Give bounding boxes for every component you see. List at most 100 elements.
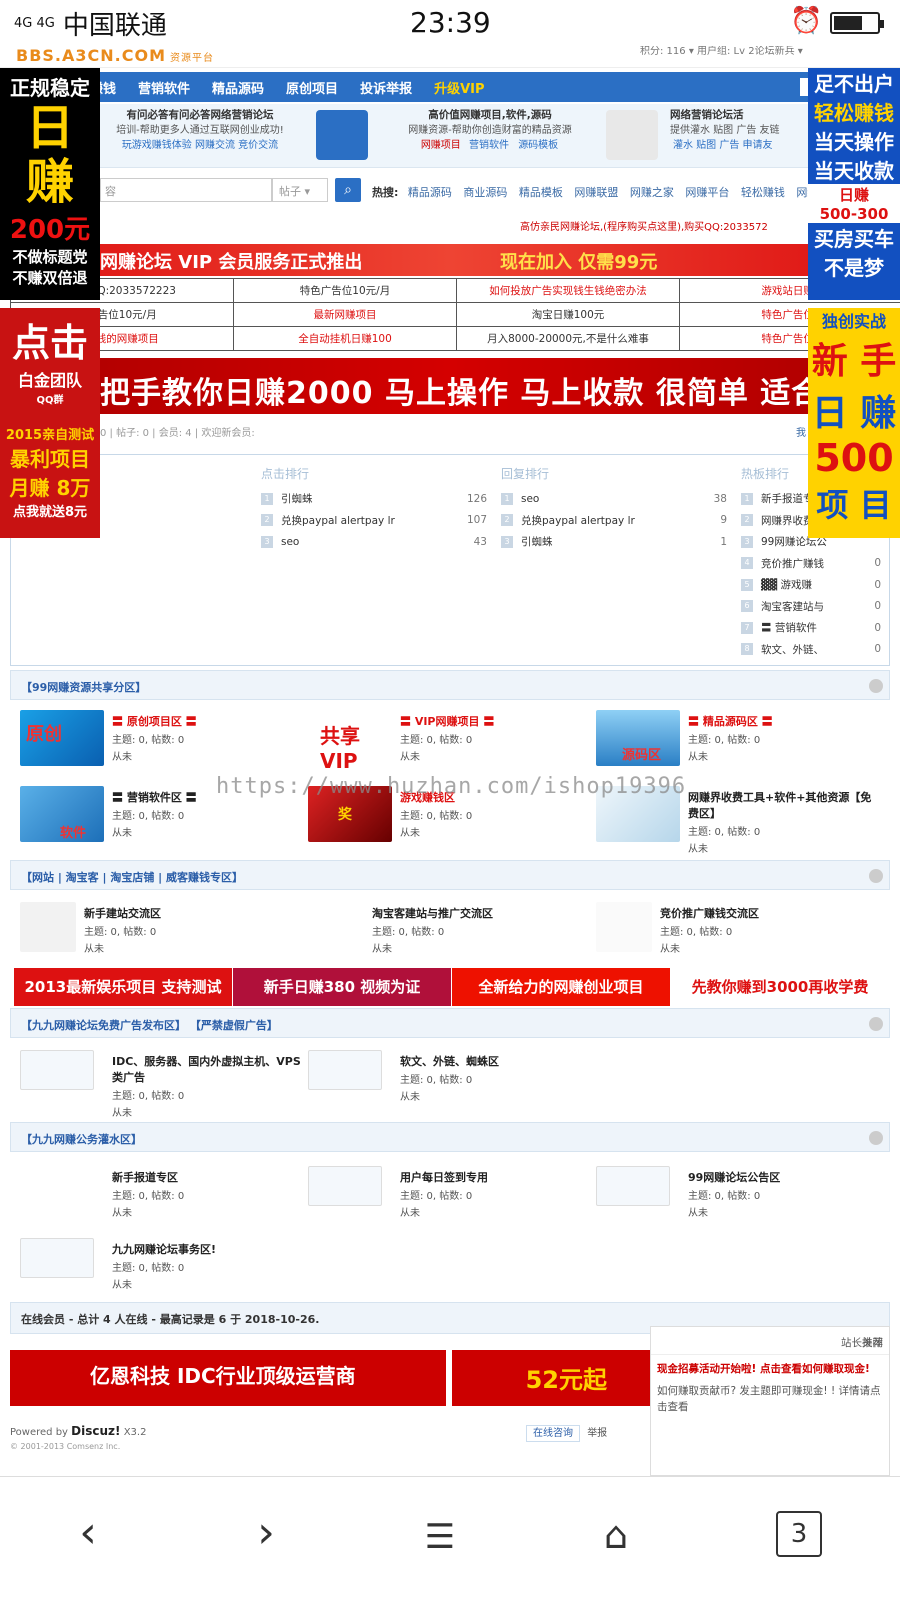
hot-link[interactable]: 轻松赚钱 [741, 186, 785, 199]
rank-row[interactable]: 3 seo 43 [261, 531, 487, 553]
rank-row[interactable]: 5 ▓▓ 游戏赚 0 [741, 574, 881, 596]
stats-link[interactable]: 我 [796, 424, 806, 439]
strip-ad[interactable]: 新手日赚380 视频为证 [233, 968, 452, 1006]
promo-link-project[interactable]: 网赚项目 [421, 140, 461, 151]
forum-item[interactable]: 新手报道专区 主题: 0, 帖数: 0 从未 [10, 1166, 300, 1236]
promo-link-software[interactable]: 营销软件 [469, 140, 509, 151]
search-input[interactable]: 容 [100, 178, 272, 202]
strip-ad[interactable]: 全新给力的网赚创业项目 [452, 968, 671, 1006]
station-link[interactable]: 现金招募活动开始啦! 点击查看如何赚取现金! [651, 1355, 889, 1377]
ad-strip: 2013最新娱乐项目 支持测试 新手日赚380 视频为证 全新给力的网赚创业项目… [14, 968, 890, 1006]
tabs-count-button[interactable]: 3 [776, 1511, 822, 1557]
section-header-resources[interactable]: 【99网赚资源共享分区】 [10, 670, 890, 700]
forum-icon: 原创 [20, 710, 104, 766]
rank-row[interactable]: 2 兑换paypal alertpay lr 107 [261, 510, 487, 532]
collapse-icon[interactable] [869, 679, 883, 693]
collapse-icon[interactable] [869, 1017, 883, 1031]
ad-cell[interactable]: 淘宝日赚100元 [456, 302, 680, 327]
nav-item-vip[interactable]: 升级VIP [434, 78, 484, 97]
site-logo[interactable]: BBS.A3CN.COM 资源平台 [16, 46, 214, 65]
ad-cell[interactable]: 特色广告位10元/月 [233, 278, 457, 303]
home-icon[interactable]: ⌂ [586, 1513, 646, 1557]
ad-cell[interactable]: 最新网赚项目 [233, 302, 457, 327]
left-float-ad-1[interactable]: 正规稳定 日 赚 200元 不做标题党 不赚双倍退 [0, 68, 100, 300]
footer-ad-cloud[interactable]: 52元起 [451, 1350, 650, 1406]
promo-block-3[interactable]: 网络营销论坛活 提供灌水 贴图 广告 友链 灌水 贴图 广告 申请友 [670, 108, 810, 153]
left-float-ad-2[interactable]: 点击 白金团队 QQ群 2015亲自测试 暴利项目 月赚 8万 点我就送8元 [0, 308, 100, 538]
ad-cell[interactable]: 月入8000-20000元,不是什么难事 [456, 326, 680, 351]
notebook-icon [20, 1238, 94, 1278]
forum-item[interactable]: 淘宝客建站与推广交流区 主题: 0, 帖数: 0 从未 [298, 902, 588, 972]
promo-link-template[interactable]: 源码模板 [518, 140, 558, 151]
station-recommend-popup: 站长推荐 关闭 现金招募活动开始啦! 点击查看如何赚取现金! 如何赚取贡献币? 发… [650, 1326, 890, 1476]
alarm-icon: ⏰ [790, 6, 823, 36]
collapse-icon[interactable] [869, 1131, 883, 1145]
report-link[interactable]: 举报 [587, 1428, 607, 1439]
strip-ad[interactable]: 先教你赚到3000再收学费 [671, 968, 890, 1006]
forum-item[interactable]: 新手建站交流区 主题: 0, 帖数: 0 从未 [10, 902, 300, 972]
ad-cell[interactable]: 如何投放广告实现钱生钱绝密办法 [456, 278, 680, 303]
footer-ad-idc[interactable]: 亿恩科技 IDC行业顶级运营商 [10, 1350, 446, 1406]
forum-item[interactable]: 共享VIP 〓 VIP网赚项目 〓 主题: 0, 帖数: 0 从未 [298, 710, 588, 780]
hot-link[interactable]: 网赚联盟 [574, 186, 618, 199]
big-banner[interactable]: 把手教你日赚2000 马上操作 马上收款 很简单 适合 [0, 358, 900, 414]
hot-link[interactable]: 精品模板 [519, 186, 563, 199]
rank-row[interactable]: 1 seo 38 [501, 488, 727, 510]
rank-row[interactable]: 6 淘宝客建站与 0 [741, 596, 881, 618]
signin-icon [308, 1166, 382, 1206]
online-help-button[interactable]: 在线咨询 [526, 1425, 580, 1442]
forward-icon[interactable]: › [236, 1507, 296, 1558]
forum-item[interactable]: 软文、外链、蜘蛛区 主题: 0, 帖数: 0 从未 [298, 1050, 588, 1120]
hot-link[interactable]: 商业源码 [463, 186, 507, 199]
hot-link[interactable]: 网赚平台 [685, 186, 729, 199]
forum-stats: 0 | 帖子: 0 | 会员: 4 | 欢迎新会员: [100, 428, 255, 439]
search-button[interactable]: ⌕ [335, 178, 361, 202]
forum-item[interactable]: 用户每日签到专用 主题: 0, 帖数: 0 从未 [298, 1166, 588, 1236]
forum-page: BBS.A3CN.COM 资源平台 积分: 116 ▾ 用户组: Lv 2论坛新兵… [0, 46, 900, 1476]
promo-row: 有问必答有问必答网络营销论坛 培训-帮助更多人通过互联网创业成功! 玩游戏赚钱体验 … [0, 104, 900, 168]
browser-bottom-nav: ‹ › ☰ ⌂ 3 [0, 1476, 900, 1600]
hot-link[interactable]: 网赚之家 [630, 186, 674, 199]
search-type-select[interactable]: 帖子 ▾ [272, 178, 328, 202]
promo-icon-2 [316, 110, 368, 160]
user-info[interactable]: 积分: 116 ▾ 用户组: Lv 2论坛新兵 ▾ [640, 46, 803, 57]
menu-icon[interactable]: ☰ [410, 1517, 470, 1557]
nav-item-report[interactable]: 投诉举报 [360, 78, 412, 97]
site-icon [20, 902, 76, 952]
vip-banner[interactable]: 网赚论坛 VIP 会员服务正式推出 现在加入 仅需99元 [0, 244, 900, 276]
nav-item-software[interactable]: 营销软件 [138, 78, 190, 97]
forum-item[interactable]: IDC、服务器、国内外虚拟主机、VPS类广告 主题: 0, 帖数: 0 从未 [10, 1050, 301, 1120]
section-header-sites[interactable]: 【网站 | 淘宝客 | 淘宝店铺 | 威客赚钱专区】 [10, 860, 890, 890]
nav-item-original[interactable]: 原创项目 [286, 78, 338, 97]
forum-item[interactable]: 原创 〓 原创项目区 〓 主题: 0, 帖数: 0 从未 [10, 710, 300, 780]
rank-row[interactable]: 7 〓 营销软件 0 [741, 617, 881, 639]
rank-row[interactable]: 4 竞价推广赚钱 0 [741, 553, 881, 575]
right-float-ad-2[interactable]: 独创实战 新 手 日 赚 500 项 目 [808, 308, 900, 538]
rank-row[interactable]: 2 兑换paypal alertpay lr 9 [501, 510, 727, 532]
station-text[interactable]: 如何赚取贡献币? 发主题即可赚现金! ! 详情请点击查看 [651, 1377, 889, 1415]
section-header-ads[interactable]: 【九九网赚论坛免费广告发布区】 【严禁虚假广告】 [10, 1008, 890, 1038]
broadcast-icon [308, 902, 364, 952]
footer-ads: 亿恩科技 IDC行业顶级运营商 52元起 [10, 1350, 650, 1406]
close-button[interactable]: 关闭 [862, 1335, 883, 1350]
rank-row[interactable]: 3 引蜘蛛 1 [501, 531, 727, 553]
hot-link[interactable]: 精品源码 [408, 186, 452, 199]
forum-item[interactable]: 源码区 〓 精品源码区 〓 主题: 0, 帖数: 0 从未 [586, 710, 876, 780]
promo-block-2[interactable]: 高价值网赚项目,软件,源码 网赚资源-帮助你创造财富的精品资源 网赚项目 营销软件… [380, 108, 600, 153]
ad-cell[interactable]: 全自动挂机日赚100 [233, 326, 457, 351]
nav-item-source[interactable]: 精品源码 [212, 78, 264, 97]
section-header-water[interactable]: 【九九网赚公务灌水区】 [10, 1122, 890, 1152]
forum-item[interactable]: 竞价推广赚钱交流区 主题: 0, 帖数: 0 从未 [586, 902, 876, 972]
forum-item[interactable]: 99网赚论坛公告区 主题: 0, 帖数: 0 从未 [586, 1166, 876, 1236]
rank-row[interactable]: 1 引蜘蛛 126 [261, 488, 487, 510]
promo-block-1[interactable]: 有问必答有问必答网络营销论坛 培训-帮助更多人通过互联网创业成功! 玩游戏赚钱体验 … [90, 108, 310, 153]
purchase-notice[interactable]: 高仿亲民网赚论坛,(程序购买点这里),购买QQ:2033572 [520, 218, 768, 233]
back-icon[interactable]: ‹ [58, 1507, 118, 1558]
strip-ad[interactable]: 2013最新娱乐项目 支持测试 [14, 968, 233, 1006]
magnifier-icon [308, 1050, 382, 1090]
right-float-ad-1[interactable]: 足不出户 轻松赚钱 当天操作 当天收款 日赚 500-300 买房买车 不是梦 [808, 68, 900, 300]
ranking-box: 点击排行 1 引蜘蛛 126 2 兑换paypal alertpay lr 107 3s… [10, 454, 890, 666]
rank-row[interactable]: 8 软文、外链、 0 [741, 639, 881, 661]
collapse-icon[interactable] [869, 869, 883, 883]
forum-item[interactable]: 九九网赚论坛事务区! 主题: 0, 帖数: 0 从未 [10, 1238, 300, 1308]
